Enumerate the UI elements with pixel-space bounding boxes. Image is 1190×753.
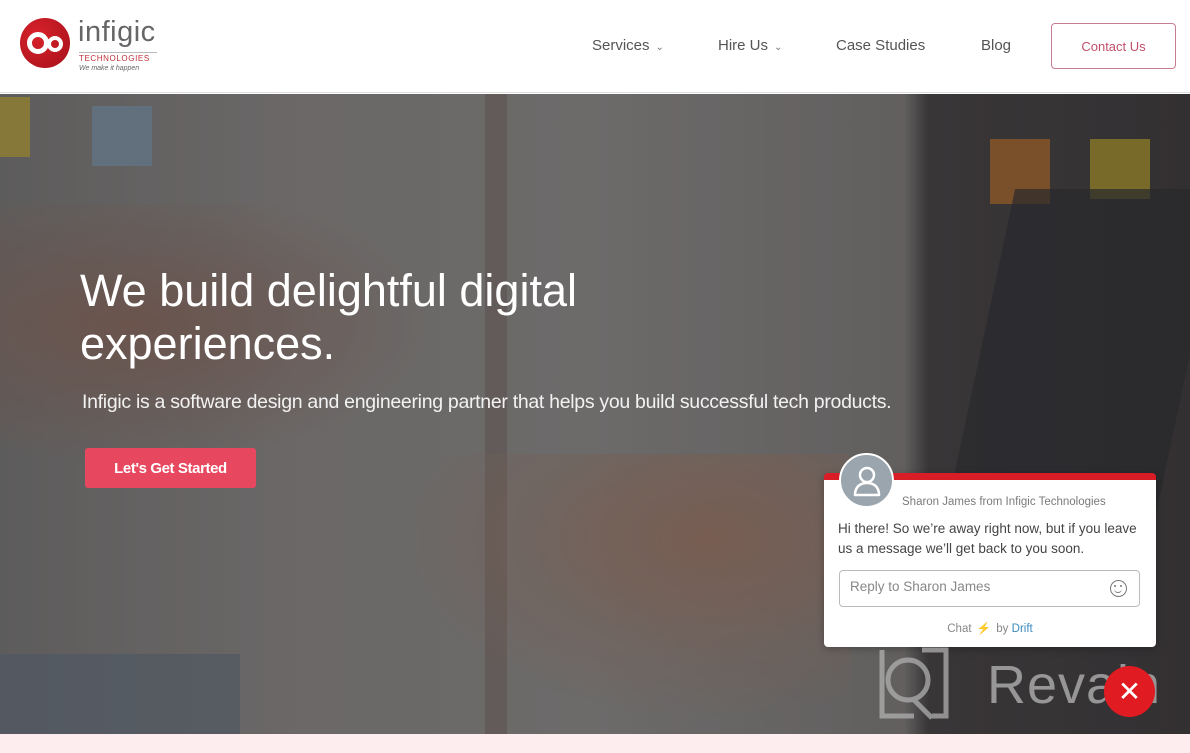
nav-services[interactable]: Services ⌄ [592,37,664,54]
emoji-icon[interactable] [1110,580,1127,597]
logo-name: infigic [78,16,156,48]
site-header: infigic TECHNOLOGIES We make it happen S… [0,0,1190,93]
nav-blog[interactable]: Blog [981,37,1011,54]
revain-logo-icon [879,647,949,720]
close-chat-button[interactable]: ✕ [1104,666,1155,717]
close-icon: ✕ [1117,676,1142,707]
get-started-button[interactable]: Let's Get Started [85,448,256,488]
chat-sender: Sharon James from Infigic Technologies [902,496,1106,508]
hero-subtitle: Infigic is a software design and enginee… [82,391,892,413]
company-logo[interactable]: infigic TECHNOLOGIES We make it happen [20,16,170,78]
logo-mark-icon [20,18,70,68]
footer-chat-text: Chat [947,623,972,635]
chat-reply-input[interactable] [850,579,1100,594]
nav-case-studies[interactable]: Case Studies [836,37,925,54]
nav-services-label: Services [592,37,650,54]
nav-hire-us-label: Hire Us [718,37,769,54]
nav-hire-us[interactable]: Hire Us ⌄ [718,37,782,54]
chevron-down-icon: ⌄ [655,42,664,53]
contact-us-button[interactable]: Contact Us [1051,23,1176,69]
lightning-bolt-icon: ⚡ [976,623,992,635]
footer-by-text: by [996,623,1009,635]
chat-reply-field[interactable] [839,570,1140,607]
chevron-down-icon: ⌄ [774,42,783,53]
user-icon [853,466,880,496]
logo-subtitle: TECHNOLOGIES [79,52,157,63]
chat-message: Hi there! So we’re away right now, but i… [838,521,1137,556]
next-section-edge [0,734,1190,753]
hero-title: We build delightful digital experiences. [80,265,577,369]
chat-footer: Chat ⚡ by Drift [824,621,1156,635]
agent-avatar [839,453,894,508]
drift-link[interactable]: Drift [1012,623,1033,635]
logo-tagline: We make it happen [79,65,140,72]
